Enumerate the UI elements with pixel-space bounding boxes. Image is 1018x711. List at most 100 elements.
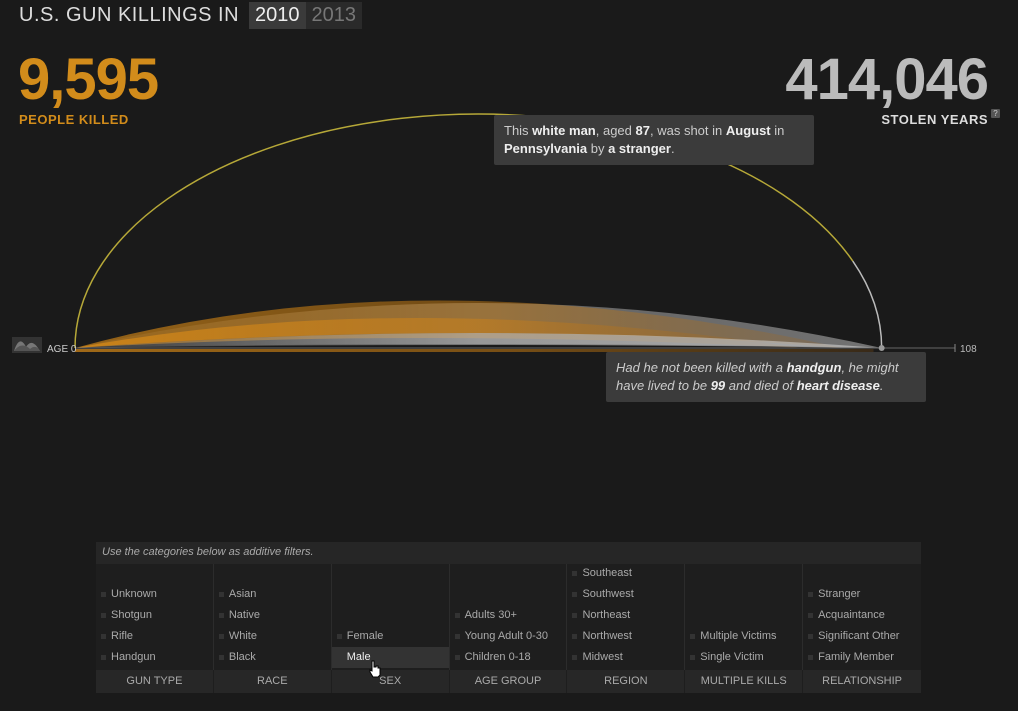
filter-item-label: Native (228, 609, 261, 621)
hand-cursor-icon (369, 660, 381, 678)
highlight-arc-stolen[interactable] (852, 260, 883, 349)
tooltip-weapon: handgun (786, 360, 842, 375)
filter-item-single-victim[interactable]: Single Victim (685, 647, 802, 668)
filter-item-label: Northeast (582, 609, 631, 621)
filter-header-gun-type[interactable]: GUN TYPE (96, 670, 214, 693)
filter-item-label: Asian (228, 588, 257, 600)
filter-item-acquaintance[interactable]: Acquaintance (803, 605, 921, 626)
filter-header-relationship[interactable]: RELATIONSHIP (803, 670, 921, 693)
filter-header-sex[interactable]: SEX (332, 670, 450, 693)
tooltip-text: . (670, 141, 675, 156)
checkbox-square-icon (218, 592, 224, 597)
checkbox-square-icon (336, 634, 342, 639)
tooltip-text: , was shot in (649, 123, 726, 138)
filter-item-stranger[interactable]: Stranger (803, 584, 921, 605)
filter-column-race: Asian Native White Black (214, 564, 332, 670)
filter-item-label: Unknown (111, 588, 157, 600)
tooltip-text: , aged (595, 123, 636, 138)
filter-item-unknown[interactable]: Unknown (96, 584, 213, 605)
filters-note: Use the categories below as additive fil… (96, 542, 921, 564)
filter-item-shotgun[interactable]: Shotgun (96, 605, 213, 626)
checkbox-square-icon (218, 613, 224, 618)
filter-item-label: Rifle (111, 630, 134, 642)
checkbox-square-icon (572, 655, 578, 660)
filter-item-northeast[interactable]: Northeast (567, 605, 684, 626)
filter-item-southeast[interactable]: Southeast (567, 563, 684, 584)
filter-item-handgun[interactable]: Handgun (96, 647, 213, 668)
checkbox-square-icon (101, 655, 106, 660)
checkbox-square-icon (690, 634, 696, 639)
filter-item-significant-other[interactable]: Significant Other (803, 626, 921, 647)
tooltip-state: Pennsylvania (504, 141, 588, 156)
filter-item-adults-30-[interactable]: Adults 30+ (450, 605, 567, 626)
tooltip-age: 87 (635, 123, 650, 138)
filter-item-label: Shotgun (111, 609, 152, 621)
checkbox-square-icon (808, 613, 814, 618)
checkbox-square-icon (690, 655, 696, 660)
tooltip-victim: white man (532, 123, 596, 138)
filter-column-multiple-kills: Multiple Victims Single Victim (685, 564, 804, 670)
filter-item-label: Female (346, 630, 384, 642)
filter-item-multiple-victims[interactable]: Multiple Victims (685, 626, 802, 647)
filter-item-label: Acquaintance (818, 609, 885, 621)
filter-item-young-adult-0-30[interactable]: Young Adult 0-30 (450, 626, 567, 647)
filter-item-label: Southeast (582, 567, 632, 579)
tooltip-text: Had he not been killed with a (616, 360, 787, 375)
filter-item-label: White (228, 630, 257, 642)
axis-start-label: AGE 0 (47, 344, 77, 355)
filter-item-label: Single Victim (700, 651, 764, 663)
filter-item-female[interactable]: Female (332, 626, 449, 647)
filter-item-label: Black (228, 651, 256, 663)
checkbox-square-icon (336, 655, 342, 660)
filter-item-black[interactable]: Black (214, 647, 331, 668)
filter-item-label: Young Adult 0-30 (464, 630, 548, 642)
filter-item-native[interactable]: Native (214, 605, 331, 626)
tooltip-month: August (725, 123, 771, 138)
filter-panel: Use the categories below as additive fil… (96, 542, 921, 693)
filter-item-midwest[interactable]: Midwest (567, 647, 684, 668)
filter-item-label: Significant Other (818, 630, 900, 642)
checkbox-square-icon (101, 634, 106, 639)
highlight-death-point (878, 345, 885, 351)
filter-item-label: Southwest (582, 588, 634, 600)
filter-item-label: Children 0-18 (464, 651, 531, 663)
checkbox-square-icon (454, 655, 460, 660)
filter-header-age-group[interactable]: AGE GROUP (450, 670, 568, 693)
filter-header-multiple-kills[interactable]: MULTIPLE KILLS (685, 670, 804, 693)
checkbox-square-icon (808, 655, 814, 660)
filter-item-label: Male (346, 651, 371, 663)
tooltip-text: . (879, 378, 884, 393)
filter-item-male[interactable]: Male (331, 647, 449, 668)
filter-item-label: Multiple Victims (700, 630, 777, 642)
filter-column-relationship: Stranger Acquaintance Significant Other Fam… (803, 564, 921, 670)
filter-item-southwest[interactable]: Southwest (567, 584, 684, 605)
arc-density (75, 300, 882, 352)
checkbox-square-icon (101, 592, 106, 597)
filter-item-children-0-18[interactable]: Children 0-18 (450, 647, 567, 668)
tooltip-expected-age: 99 (710, 378, 726, 393)
tooltip-text: This (504, 123, 533, 138)
filter-item-northwest[interactable]: Northwest (567, 626, 684, 647)
filter-header-race[interactable]: RACE (214, 670, 332, 693)
tooltip-text: by (587, 141, 609, 156)
filter-item-family-member[interactable]: Family Member (803, 647, 921, 668)
filter-column-age-group: Adults 30+ Young Adult 0-30 Children 0-18 (450, 564, 568, 670)
filter-item-label: Handgun (111, 651, 156, 663)
victim-tooltip: This white man, aged 87, was shot in Aug… (494, 115, 814, 165)
tooltip-text: in (770, 123, 785, 138)
filter-item-label: Adults 30+ (464, 609, 517, 621)
filter-header-region[interactable]: REGION (567, 670, 686, 693)
filter-item-label: Family Member (818, 651, 894, 663)
filter-headers: GUN TYPE RACE SEX AGE GROUP REGION MULTIPLE K… (96, 670, 921, 693)
filter-column-gun-type: Unknown Shotgun Rifle Handgun (96, 564, 214, 670)
filter-item-asian[interactable]: Asian (214, 584, 331, 605)
checkbox-square-icon (218, 634, 224, 639)
filter-columns: Unknown Shotgun Rifle Handgun Asian Native Whi… (96, 564, 921, 670)
histogram-toggle-icon[interactable] (12, 337, 42, 353)
filter-item-label: Northwest (582, 630, 632, 642)
checkbox-square-icon (101, 613, 106, 618)
tooltip-relationship: a stranger (608, 141, 671, 156)
filter-item-label: Stranger (818, 588, 861, 600)
filter-item-rifle[interactable]: Rifle (96, 626, 213, 647)
filter-item-white[interactable]: White (214, 626, 331, 647)
